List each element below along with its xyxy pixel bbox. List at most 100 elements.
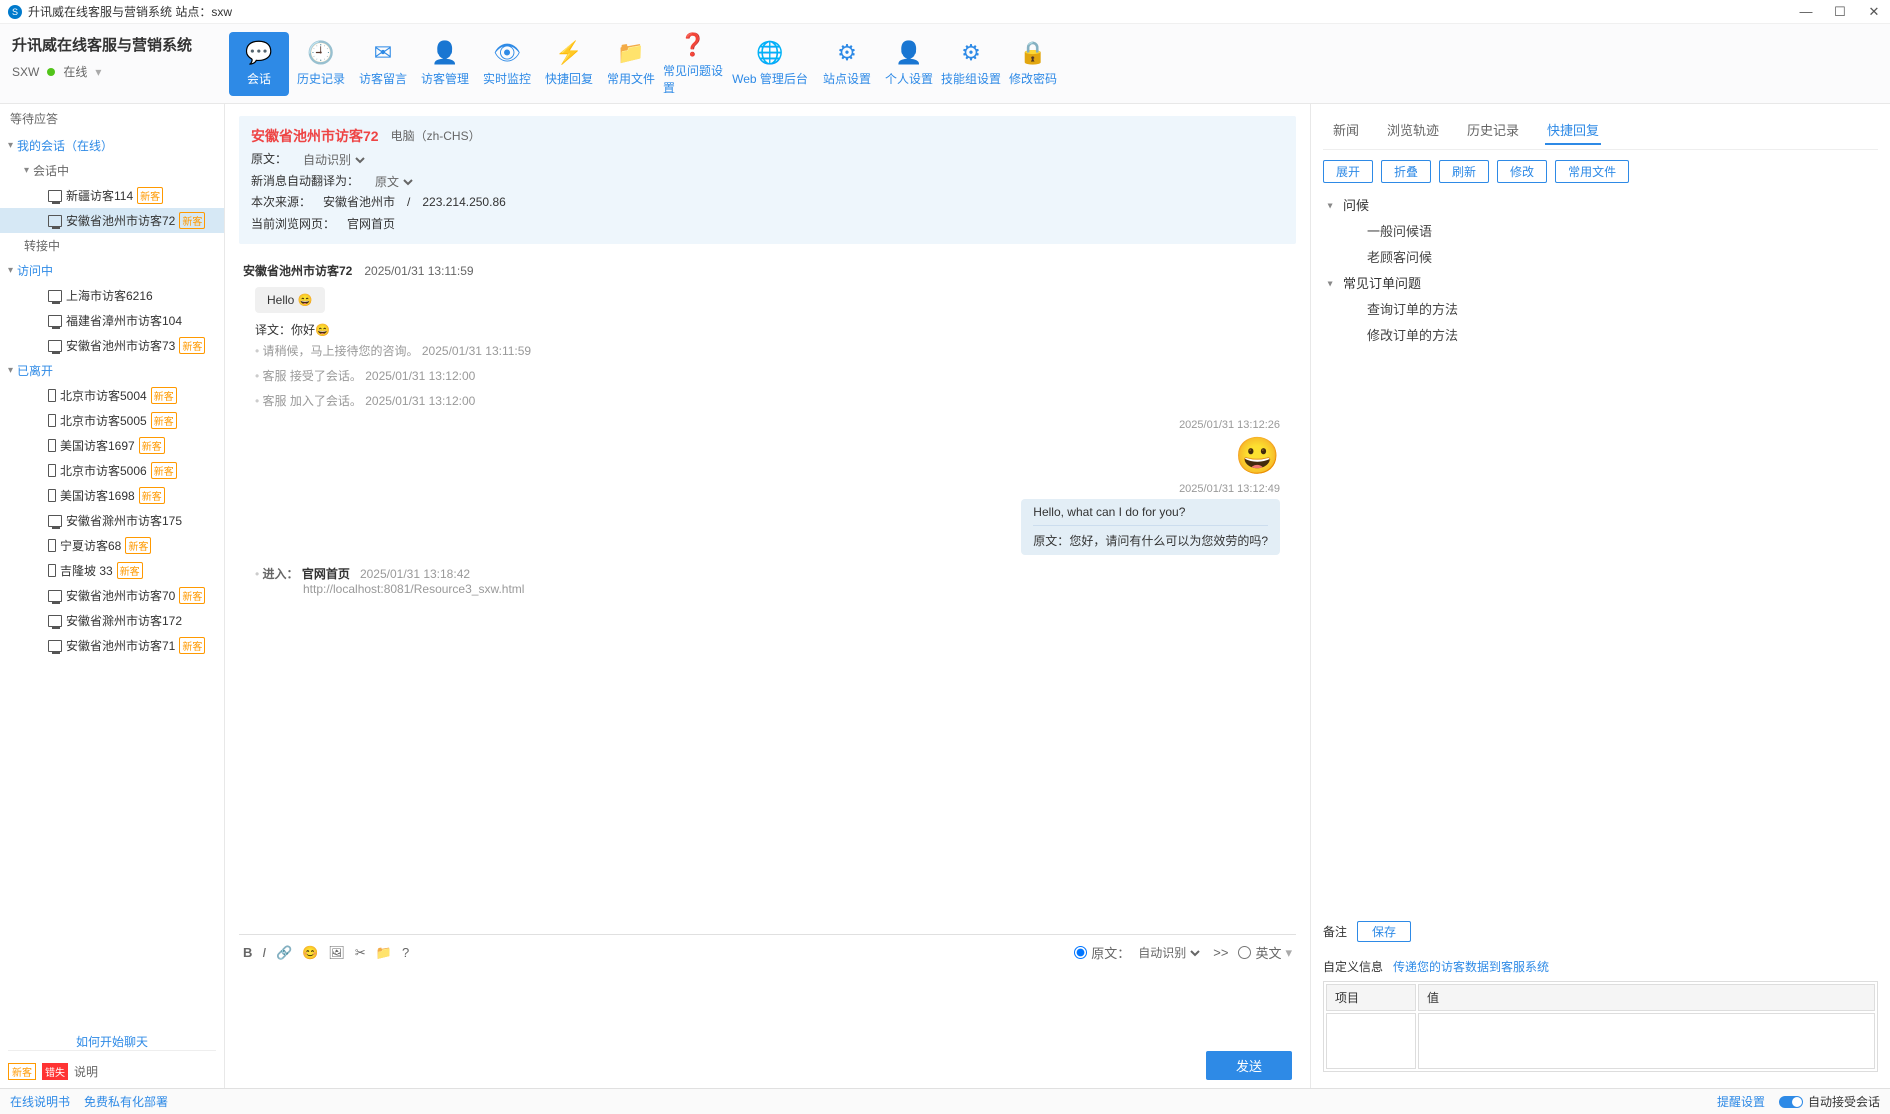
mobile-icon (48, 489, 56, 502)
mobile-icon (48, 389, 56, 402)
session-item[interactable]: 安徽省池州市访客71新客 (0, 633, 224, 658)
session-item[interactable]: 福建省漳州市访客104 (0, 308, 224, 333)
toolbar-icon: ❓ (679, 32, 706, 58)
session-item[interactable]: 北京市访客5006新客 (0, 458, 224, 483)
in-session-node[interactable]: ▾会话中 (0, 158, 224, 183)
tag-miss: 错失 (42, 1063, 68, 1080)
toolbar-icon: 👁 (493, 40, 521, 66)
trans-lang-select[interactable]: 原文 (371, 174, 416, 190)
auto-accept-toggle[interactable] (1779, 1096, 1803, 1108)
tab-浏览轨迹[interactable]: 浏览轨迹 (1385, 116, 1441, 145)
titlebar: S 升讯威在线客服与营销系统 站点：sxw — ☐ ✕ (0, 0, 1890, 24)
status-dropdown-icon[interactable]: ▾ (95, 65, 101, 79)
session-item[interactable]: 安徽省池州市访客70新客 (0, 583, 224, 608)
toolbar-会话[interactable]: 💬会话 (229, 32, 289, 96)
session-item[interactable]: 宁夏访客68新客 (0, 533, 224, 558)
sidebar: 等待应答 ▾我的会话（在线） ▾会话中 新疆访客114新客安徽省池州市访客72新… (0, 104, 225, 1088)
tab-历史记录[interactable]: 历史记录 (1465, 116, 1521, 145)
toolbar-icon: 🕘 (307, 40, 334, 66)
desktop-icon (48, 615, 62, 627)
image-button[interactable]: 🖼 (328, 945, 345, 961)
transfer-node[interactable]: 转接中 (0, 233, 224, 258)
qr-item[interactable]: 一般问候语 (1323, 219, 1878, 245)
remind-settings-link[interactable]: 提醒设置 (1717, 1093, 1765, 1110)
save-note-button[interactable]: 保存 (1357, 921, 1411, 942)
desktop-icon (48, 190, 62, 202)
tab-新闻[interactable]: 新闻 (1331, 116, 1361, 145)
toolbar-icon: 👤 (431, 40, 458, 66)
btn-折叠[interactable]: 折叠 (1381, 160, 1431, 183)
custom-info-link[interactable]: 传递您的访客数据到客服系统 (1393, 960, 1549, 974)
new-badge: 新客 (151, 387, 177, 404)
toolbar-访客留言[interactable]: ✉访客留言 (353, 32, 413, 96)
close-button[interactable]: ✕ (1866, 4, 1882, 20)
visiting-node[interactable]: ▾访问中 (0, 258, 224, 283)
toolbar-icon: 🔒 (1019, 40, 1046, 66)
toolbar-修改密码[interactable]: 🔒修改密码 (1003, 32, 1063, 96)
session-item[interactable]: 吉隆坡 33新客 (0, 558, 224, 583)
italic-button[interactable]: I (262, 945, 266, 960)
toolbar-icon: ⚙ (961, 40, 981, 66)
toolbar-icon: 💬 (245, 40, 272, 66)
session-item[interactable]: 安徽省滁州市访客175 (0, 508, 224, 533)
btn-修改[interactable]: 修改 (1497, 160, 1547, 183)
session-item[interactable]: 上海市访客6216 (0, 283, 224, 308)
toolbar-Web 管理后台[interactable]: 🌐Web 管理后台 (725, 32, 815, 96)
emoji-button[interactable]: 😊 (302, 945, 318, 961)
eng-radio[interactable]: 英文▾ (1238, 943, 1292, 962)
waiting-label: 等待应答 (0, 104, 224, 133)
emoji-icon: 😀 (255, 435, 1280, 477)
qr-item[interactable]: 老顾客问候 (1323, 245, 1878, 271)
qr-category[interactable]: 问候 (1323, 193, 1878, 219)
link-button[interactable]: 🔗 (276, 945, 292, 961)
file-button[interactable]: 📁 (376, 945, 392, 961)
toolbar-icon: 🌐 (756, 40, 783, 66)
footer-link-manual[interactable]: 在线说明书 (10, 1093, 70, 1110)
toolbar-快捷回复[interactable]: ⚡快捷回复 (539, 32, 599, 96)
new-badge: 新客 (179, 587, 205, 604)
orig-lang-select[interactable]: 自动识别 (299, 152, 368, 168)
session-item[interactable]: 安徽省池州市访客72新客 (0, 208, 224, 233)
visitor-info-panel: 安徽省池州市访客72电脑（zh-CHS） 原文：自动识别 新消息自动翻译为：原文… (239, 116, 1296, 244)
status-dot-icon (47, 68, 55, 76)
toolbar-实时监控[interactable]: 👁实时监控 (477, 32, 537, 96)
session-item[interactable]: 北京市访客5005新客 (0, 408, 224, 433)
minimize-button[interactable]: — (1798, 4, 1814, 20)
session-item[interactable]: 新疆访客114新客 (0, 183, 224, 208)
btn-常用文件[interactable]: 常用文件 (1555, 160, 1629, 183)
toolbar-常见问题设置[interactable]: ❓常见问题设置 (663, 32, 723, 96)
qr-item[interactable]: 查询订单的方法 (1323, 297, 1878, 323)
toolbar-访客管理[interactable]: 👤访客管理 (415, 32, 475, 96)
qr-category[interactable]: 常见订单问题 (1323, 271, 1878, 297)
session-item[interactable]: 安徽省滁州市访客172 (0, 608, 224, 633)
orig-radio[interactable]: 原文：自动识别 (1074, 943, 1203, 962)
new-badge: 新客 (117, 562, 143, 579)
session-item[interactable]: 北京市访客5004新客 (0, 383, 224, 408)
capture-button[interactable]: ✂ (355, 945, 366, 961)
send-button[interactable]: 发送 (1206, 1051, 1292, 1080)
toolbar-历史记录[interactable]: 🕘历史记录 (291, 32, 351, 96)
right-panel: 新闻浏览轨迹历史记录快捷回复 展开折叠刷新修改常用文件 问候 一般问候语 老顾客… (1310, 104, 1890, 1088)
new-badge: 新客 (179, 337, 205, 354)
toolbar-技能组设置[interactable]: ⚙技能组设置 (941, 32, 1001, 96)
bold-button[interactable]: B (243, 945, 252, 960)
chat-input[interactable] (243, 968, 1292, 1048)
tab-快捷回复[interactable]: 快捷回复 (1545, 116, 1601, 145)
qr-item[interactable]: 修改订单的方法 (1323, 323, 1878, 349)
footer-link-deploy[interactable]: 免费私有化部署 (84, 1093, 168, 1110)
session-item[interactable]: 美国访客1697新客 (0, 433, 224, 458)
toolbar-站点设置[interactable]: ⚙站点设置 (817, 32, 877, 96)
session-item[interactable]: 安徽省池州市访客73新客 (0, 333, 224, 358)
desktop-icon (48, 340, 62, 352)
maximize-button[interactable]: ☐ (1832, 4, 1848, 20)
toolbar-个人设置[interactable]: 👤个人设置 (879, 32, 939, 96)
how-start-link[interactable]: 如何开始聊天 (8, 1033, 216, 1050)
btn-刷新[interactable]: 刷新 (1439, 160, 1489, 183)
tag-desc: 说明 (74, 1063, 98, 1080)
toolbar-常用文件[interactable]: 📁常用文件 (601, 32, 661, 96)
help-button[interactable]: ? (402, 945, 409, 960)
left-node[interactable]: ▾已离开 (0, 358, 224, 383)
session-item[interactable]: 美国访客1698新客 (0, 483, 224, 508)
btn-展开[interactable]: 展开 (1323, 160, 1373, 183)
my-sessions-node[interactable]: ▾我的会话（在线） (0, 133, 224, 158)
